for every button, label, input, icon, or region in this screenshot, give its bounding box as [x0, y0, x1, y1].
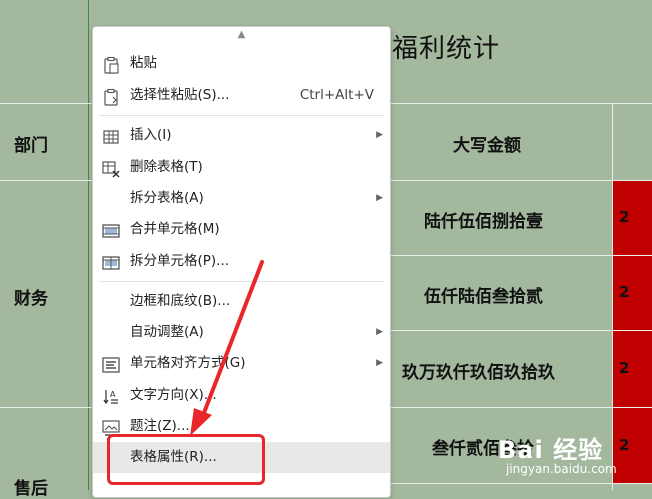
annotation-highlight-box	[107, 434, 265, 485]
annotation-arrow	[190, 260, 264, 436]
watermark-logo: Bai 经验	[498, 436, 604, 464]
watermark-url: jingyan.baidu.com	[506, 462, 617, 476]
watermark: Bai 经验 jingyan.baidu.com	[498, 430, 648, 486]
